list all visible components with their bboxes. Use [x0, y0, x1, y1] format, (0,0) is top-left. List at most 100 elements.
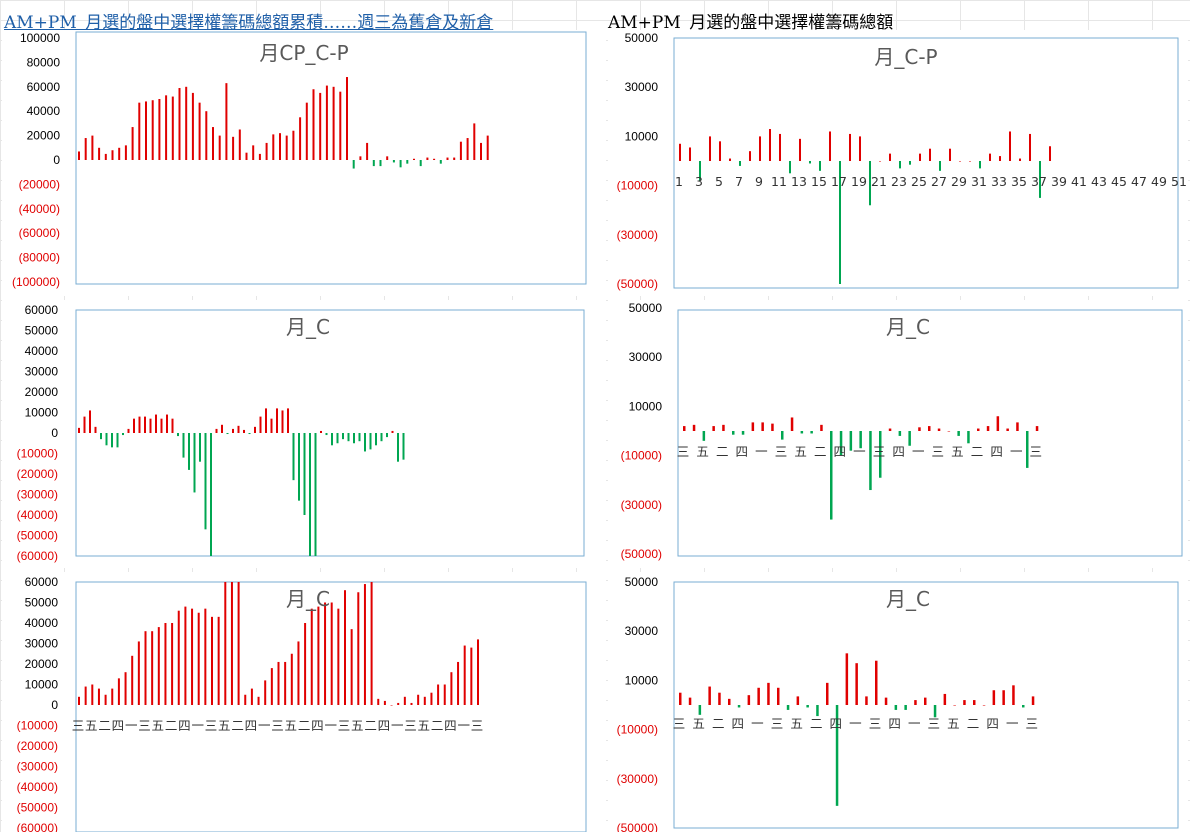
bar [199, 433, 201, 462]
x-tick-label: 一 [457, 718, 470, 733]
y-tick-label: 20000 [27, 129, 61, 143]
x-tick-label: 27 [931, 174, 947, 189]
bar [171, 623, 174, 705]
y-tick-label: 10000 [25, 678, 59, 692]
bar [397, 702, 400, 705]
bar [470, 647, 473, 705]
bar [358, 433, 361, 442]
x-tick-label: 一 [751, 716, 764, 731]
y-tick-label: (100000) [12, 275, 60, 289]
bar [406, 160, 409, 164]
bar [809, 161, 811, 164]
bar [264, 680, 267, 705]
bar [1035, 426, 1039, 431]
bar [118, 147, 121, 160]
x-tick-label: 五 [418, 718, 431, 733]
y-tick-label: (10000) [617, 723, 658, 737]
y-tick-label: (50000) [621, 547, 662, 561]
x-tick-label: 一 [1010, 444, 1023, 459]
bar [698, 705, 702, 715]
bar [728, 698, 731, 705]
bar [413, 158, 415, 160]
bar [224, 582, 227, 705]
y-tick-label: 80000 [27, 55, 61, 69]
bar [473, 123, 476, 160]
x-tick-label: 三 [775, 444, 788, 459]
bar [879, 161, 881, 162]
y-tick-label: 30000 [625, 80, 659, 94]
x-tick-label: 一 [1006, 716, 1019, 731]
x-tick-label: 21 [871, 174, 887, 189]
bar [257, 696, 260, 705]
y-tick-label: 20000 [25, 385, 59, 399]
x-tick-label: 三 [471, 718, 484, 733]
bar [894, 705, 898, 710]
bar [232, 428, 234, 433]
x-tick-label: 五 [351, 718, 364, 733]
bar [426, 157, 429, 160]
bar [918, 427, 921, 431]
chart-c-daily-mid[interactable]: 50000 30000 10000 (10000) (30000) (50000) 月_C 三… [608, 300, 1188, 568]
bar [111, 688, 114, 705]
bar [297, 641, 300, 705]
bar [155, 414, 157, 433]
chart-cp-c-minus-p[interactable]: 100000 80000 60000 40000 20000 0 (20000) (40000… [2, 30, 606, 296]
bar [477, 639, 479, 705]
chart-c-minus-p[interactable]: 50000 30000 10000 (10000) (30000) (50000) 月_C-… [608, 30, 1188, 296]
x-tick-label: 三 [677, 444, 690, 459]
bar [78, 151, 80, 160]
x-tick-label: 二 [712, 716, 725, 731]
y-tick-label: (40000) [17, 508, 58, 522]
chart-c-cumulative-mid[interactable]: 60000 50000 40000 30000 20000 10000 0 (10000) (2… [2, 300, 606, 568]
bar [688, 697, 692, 705]
bar [829, 131, 831, 161]
x-tick-label: 五 [285, 718, 298, 733]
x-tick-label: 29 [951, 174, 967, 189]
x-tick-label: 三 [404, 718, 417, 733]
x-tick-label: 45 [1111, 174, 1127, 189]
chart-c-cumulative-bottom[interactable]: 60000 50000 40000 30000 20000 10000 0 (10000) (2… [2, 572, 606, 832]
x-tick-label: 二 [231, 718, 244, 733]
bar [383, 700, 386, 705]
y-tick-label: 0 [53, 153, 60, 167]
x-tick-label: 31 [971, 174, 987, 189]
x-tick-label: 3 [695, 174, 703, 189]
x-tick-label: 二 [431, 718, 444, 733]
bar [692, 424, 696, 431]
x-tick-label: 四 [178, 718, 191, 733]
bar [898, 431, 902, 436]
bar [759, 136, 761, 161]
bar [855, 663, 858, 705]
x-tick-label: 一 [912, 444, 925, 459]
bar [104, 694, 107, 705]
chart-title: 月_C [886, 587, 930, 611]
bar [212, 127, 214, 160]
bar [486, 135, 489, 160]
bar [884, 697, 888, 705]
x-tick-label: 五 [951, 444, 964, 459]
y-tick-label: 60000 [25, 575, 59, 589]
bar [312, 89, 315, 160]
bar [91, 135, 94, 160]
x-tick-label: 二 [810, 716, 823, 731]
bar [924, 697, 927, 705]
bar [188, 433, 190, 470]
bar [252, 145, 255, 160]
bar [403, 696, 406, 705]
chart-c-minus-p-svg: 50000 30000 10000 (10000) (30000) (50000) 月_C-… [617, 31, 1187, 291]
chart-c-daily-bottom[interactable]: 50000 30000 10000 (10000) (30000) (50000) 月_C 三… [608, 572, 1188, 832]
bar [982, 705, 986, 706]
bar [729, 158, 731, 161]
y-tick-label: (50000) [617, 277, 658, 291]
bar [909, 161, 911, 165]
bar [171, 418, 174, 433]
x-tick-label: 五 [152, 718, 165, 733]
bar [339, 91, 342, 160]
y-tick-label: 60000 [27, 80, 61, 94]
x-tick-label: 五 [794, 444, 807, 459]
bar [151, 631, 154, 705]
bar [284, 661, 287, 705]
bar [889, 153, 891, 161]
x-tick-label: 一 [908, 716, 921, 731]
bar [459, 141, 462, 160]
